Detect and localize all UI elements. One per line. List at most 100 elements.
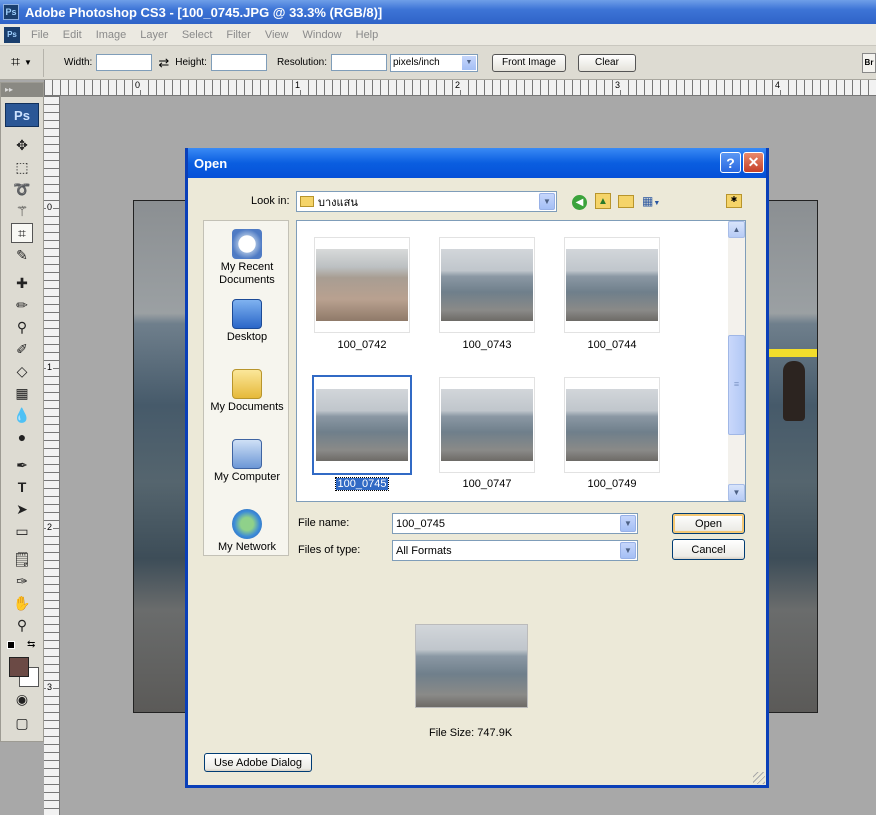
clone-stamp-tool-icon[interactable]: ⚲ [11, 317, 33, 337]
resolution-unit-select[interactable]: pixels/inch ▼ [389, 53, 478, 72]
window-title-bar: Ps Adobe Photoshop CS3 - [100_0745.JPG @… [0, 0, 876, 24]
places-my-computer[interactable]: My Computer [204, 439, 290, 484]
slice-tool-icon[interactable]: ✎ [11, 245, 33, 265]
vertical-scrollbar[interactable]: ▲ ≡ ▼ [728, 221, 745, 501]
menu-window[interactable]: Window [296, 29, 349, 41]
ruler-label: 2 [46, 522, 54, 532]
file-name[interactable]: 100_0749 [564, 478, 660, 490]
brush-tool-icon[interactable]: ✏ [11, 295, 33, 315]
thumbnail-image [566, 389, 658, 461]
screen-mode-icon[interactable]: ▢ [11, 713, 33, 733]
front-image-button[interactable]: Front Image [491, 53, 566, 72]
bridge-button[interactable]: Br [862, 52, 876, 73]
resize-grip-icon[interactable] [753, 772, 765, 784]
resolution-input[interactable] [330, 54, 387, 71]
menu-select[interactable]: Select [175, 29, 220, 41]
menu-edit[interactable]: Edit [56, 29, 89, 41]
places-desktop[interactable]: Desktop [204, 299, 290, 344]
toolbox-grip[interactable]: ▸▸ [1, 83, 43, 97]
desktop-icon [232, 299, 262, 329]
chevron-down-icon: ▼ [620, 515, 636, 532]
gradient-tool-icon[interactable]: ▦ [11, 383, 33, 403]
help-button[interactable]: ? [720, 152, 741, 173]
menu-filter[interactable]: Filter [219, 29, 257, 41]
clear-button[interactable]: Clear [577, 53, 636, 72]
menu-file[interactable]: File [24, 29, 56, 41]
places-recent-documents[interactable]: My Recent Documents [204, 229, 290, 287]
hand-tool-icon[interactable]: ✋ [11, 593, 33, 613]
dialog-title-bar[interactable]: Open ? ✕ [188, 148, 766, 178]
file-name-input[interactable]: 100_0745 ▼ [392, 513, 638, 534]
close-button[interactable]: ✕ [743, 152, 764, 173]
file-name[interactable]: 100_0747 [439, 478, 535, 490]
open-button[interactable]: Open [672, 513, 745, 534]
file-name-selected[interactable]: 100_0745 [314, 477, 410, 491]
options-bar: ⌗ ▼ Width: ⇄ Height: Resolution: pixels/i… [0, 46, 876, 80]
shape-tool-icon[interactable]: ▭ [11, 521, 33, 541]
pen-tool-icon[interactable]: ✒ [11, 455, 33, 475]
eraser-tool-icon[interactable]: ◇ [11, 361, 33, 381]
type-tool-icon[interactable]: T [11, 477, 33, 497]
file-thumbnail[interactable] [564, 237, 660, 333]
scrollbar-thumb[interactable]: ≡ [728, 335, 745, 435]
file-thumbnail[interactable] [314, 237, 410, 333]
cancel-button[interactable]: Cancel [672, 539, 745, 560]
places-label: My Network [217, 541, 277, 553]
swap-colors-icon[interactable]: ⇆ [27, 639, 35, 650]
file-thumbnail-selected[interactable] [312, 375, 412, 475]
document-icon[interactable]: Ps [4, 26, 20, 43]
places-bar: My Recent Documents Desktop My Documents… [203, 220, 289, 556]
new-folder-icon[interactable] [618, 195, 634, 208]
magic-wand-tool-icon[interactable]: ⚚ [11, 201, 33, 221]
file-name[interactable]: 100_0743 [439, 339, 535, 351]
scroll-down-icon[interactable]: ▼ [728, 484, 745, 501]
menu-bar: Ps File Edit Image Layer Select Filter V… [0, 24, 876, 46]
width-input[interactable] [96, 54, 153, 71]
blur-tool-icon[interactable]: 💧 [11, 405, 33, 425]
scroll-up-icon[interactable]: ▲ [728, 221, 745, 238]
toolbox-panel: ▸▸ Ps ✥ ⬚ ➰ ⚚ ⌗ ✎ ✚ ✏ ⚲ ✐ ◇ ▦ 💧 ● ✒ T ➤ … [0, 82, 44, 742]
dodge-tool-icon[interactable]: ● [11, 427, 33, 447]
ruler-label: 3 [614, 80, 622, 90]
eyedropper-tool-icon[interactable]: ✑ [11, 571, 33, 591]
help-icon: ? [726, 154, 735, 171]
file-thumbnail[interactable] [564, 377, 660, 473]
places-my-documents[interactable]: My Documents [204, 369, 290, 414]
crop-tool-preset-icon[interactable]: ⌗ ▼ [0, 48, 44, 77]
file-name[interactable]: 100_0744 [564, 339, 660, 351]
file-name[interactable]: 100_0742 [314, 339, 410, 351]
places-my-network[interactable]: My Network [204, 509, 290, 554]
menu-view[interactable]: View [258, 29, 296, 41]
height-input[interactable] [210, 54, 267, 71]
look-in-label: Look in: [251, 195, 290, 207]
photoshop-logo-icon[interactable]: Ps [5, 103, 39, 127]
zoom-tool-icon[interactable]: ⚲ [11, 615, 33, 635]
view-menu-icon[interactable]: ▦▼ [642, 194, 664, 209]
file-list-view[interactable]: 100_0742 100_0743 100_0744 100_0745 100_… [296, 220, 746, 502]
notes-tool-icon[interactable]: 🗒 [11, 549, 33, 569]
quick-mask-icon[interactable]: ◉ [11, 689, 33, 709]
look-in-select[interactable]: บางแสน ▼ [296, 191, 557, 212]
foreground-color-swatch[interactable] [9, 657, 29, 677]
healing-brush-tool-icon[interactable]: ✚ [11, 273, 33, 293]
up-folder-icon[interactable]: ▲ [595, 193, 611, 209]
history-brush-tool-icon[interactable]: ✐ [11, 339, 33, 359]
move-tool-icon[interactable]: ✥ [11, 135, 33, 155]
marquee-tool-icon[interactable]: ⬚ [11, 157, 33, 177]
file-thumbnail[interactable] [439, 237, 535, 333]
menu-image[interactable]: Image [89, 29, 134, 41]
lasso-tool-icon[interactable]: ➰ [11, 179, 33, 199]
menu-help[interactable]: Help [349, 29, 386, 41]
swap-dimensions-icon[interactable]: ⇄ [158, 55, 169, 71]
back-icon[interactable]: ◀ [572, 195, 587, 210]
files-of-type-select[interactable]: All Formats ▼ [392, 540, 638, 561]
child-figure [783, 361, 805, 421]
file-thumbnail[interactable] [439, 377, 535, 473]
crop-tool-icon[interactable]: ⌗ [11, 223, 33, 243]
folder-options-icon[interactable]: ✱ [726, 194, 742, 208]
path-selection-tool-icon[interactable]: ➤ [11, 499, 33, 519]
menu-layer[interactable]: Layer [133, 29, 175, 41]
default-colors-icon[interactable] [7, 641, 15, 649]
use-adobe-dialog-button[interactable]: Use Adobe Dialog [204, 753, 312, 772]
open-dialog: Open ? ✕ Look in: บางแสน ▼ ◀ ▲ ▦▼ ✱ My R… [185, 148, 769, 788]
